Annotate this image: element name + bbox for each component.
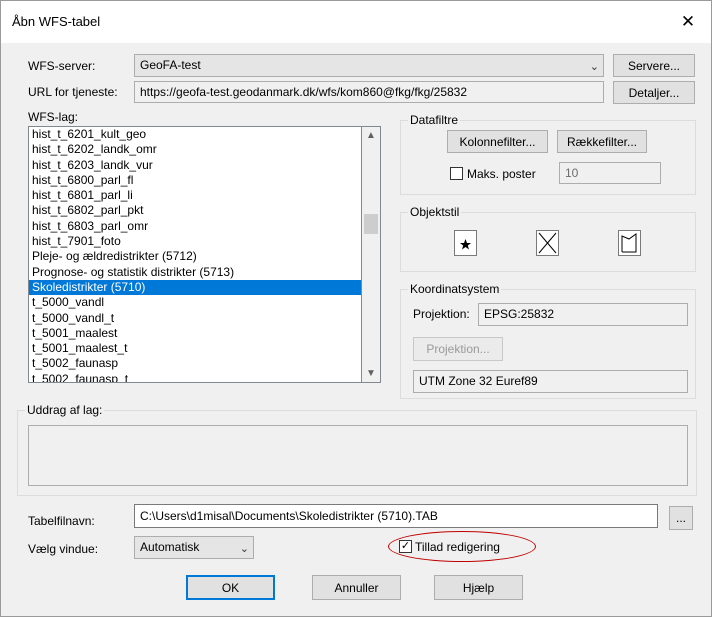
list-item[interactable]: Skoledistrikter (5710) <box>29 279 361 296</box>
list-item[interactable]: Prognose- og statistik distrikter (5713) <box>29 265 361 280</box>
layers-scrollbar[interactable]: ▲ ▼ <box>362 126 381 383</box>
window-select[interactable]: Automatisk ⌄ <box>134 536 254 559</box>
table-filename-input[interactable]: C:\Users\d1misal\Documents\Skoledistrikt… <box>134 504 658 528</box>
server-select[interactable]: GeoFA-test ⌄ <box>134 54 604 77</box>
scroll-up-icon[interactable]: ▲ <box>362 127 380 144</box>
coordinate-system-name: UTM Zone 32 Euref89 <box>413 370 688 393</box>
row-filter-button[interactable]: Rækkefilter... <box>557 130 647 153</box>
browse-button[interactable]: ... <box>669 506 693 530</box>
window-title: Åbn WFS-tabel <box>12 14 101 29</box>
close-icon[interactable]: ✕ <box>674 9 702 35</box>
list-item[interactable]: hist_t_6201_kult_geo <box>29 127 361 142</box>
list-item[interactable]: hist_t_6202_landk_omr <box>29 142 361 157</box>
url-field[interactable]: https://geofa-test.geodanmark.dk/wfs/kom… <box>134 81 604 103</box>
ok-button[interactable]: OK <box>186 575 275 600</box>
dialog-window: Åbn WFS-tabel ✕ WFS-server: GeoFA-test ⌄… <box>0 0 712 617</box>
list-item[interactable]: hist_t_6802_parl_pkt <box>29 203 361 218</box>
projection-label: Projektion: <box>413 307 470 321</box>
highlight-annotation <box>388 531 536 562</box>
window-select-value: Automatisk <box>140 540 200 554</box>
chevron-down-icon: ⌄ <box>239 543 249 555</box>
point-style-icon[interactable] <box>454 230 477 256</box>
list-item[interactable]: t_5002_faunasp <box>29 356 361 371</box>
servers-button[interactable]: Servere... <box>613 54 695 77</box>
max-records-field[interactable]: 10 <box>559 162 661 184</box>
region-style-icon[interactable] <box>618 230 641 256</box>
list-item[interactable]: t_5000_vandl_t <box>29 311 361 326</box>
scrollbar-thumb[interactable] <box>364 214 378 234</box>
table-filename-label: Tabelfilnavn: <box>28 514 95 528</box>
layers-label: WFS-lag: <box>28 110 79 124</box>
list-item[interactable]: hist_t_6203_landk_vur <box>29 158 361 173</box>
layers-list[interactable]: hist_t_6201_kult_geo hist_t_6202_landk_om… <box>28 126 362 383</box>
list-item[interactable]: hist_t_6801_parl_li <box>29 188 361 203</box>
list-item[interactable]: t_5001_maalest_t <box>29 341 361 356</box>
server-value: GeoFA-test <box>140 58 201 72</box>
help-button[interactable]: Hjælp <box>434 575 523 600</box>
list-item[interactable]: t_5001_maalest <box>29 326 361 341</box>
projection-button[interactable]: Projektion... <box>413 337 503 361</box>
coordinate-system-title: Koordinatsystem <box>408 282 502 296</box>
list-item[interactable]: hist_t_6800_parl_fl <box>29 173 361 188</box>
list-item[interactable]: t_5002_faunasp_t <box>29 372 361 382</box>
list-item[interactable]: Pleje- og ældredistrikter (5712) <box>29 249 361 264</box>
cancel-button[interactable]: Annuller <box>312 575 401 600</box>
line-style-icon[interactable] <box>536 230 559 256</box>
projection-field: EPSG:25832 <box>478 303 688 326</box>
window-select-label: Vælg vindue: <box>28 542 99 556</box>
layer-extract-title: Uddrag af lag: <box>25 403 105 417</box>
server-label: WFS-server: <box>28 59 96 73</box>
data-filters-title: Datafiltre <box>408 113 461 127</box>
title-bar: Åbn WFS-tabel ✕ <box>1 1 711 43</box>
scroll-down-icon[interactable]: ▼ <box>362 365 380 382</box>
max-records-label: Maks. poster <box>467 167 536 181</box>
max-records-checkbox[interactable] <box>450 167 463 180</box>
column-filter-button[interactable]: Kolonnefilter... <box>447 130 548 153</box>
list-item[interactable]: hist_t_6803_parl_omr <box>29 219 361 234</box>
details-button[interactable]: Detaljer... <box>613 81 695 104</box>
object-style-title: Objektstil <box>408 205 462 219</box>
chevron-down-icon: ⌄ <box>589 61 599 73</box>
list-item[interactable]: hist_t_7901_foto <box>29 234 361 249</box>
url-label: URL for tjeneste: <box>28 85 118 99</box>
list-item[interactable]: t_5000_vandl <box>29 295 361 310</box>
layer-extract-area <box>28 425 688 486</box>
